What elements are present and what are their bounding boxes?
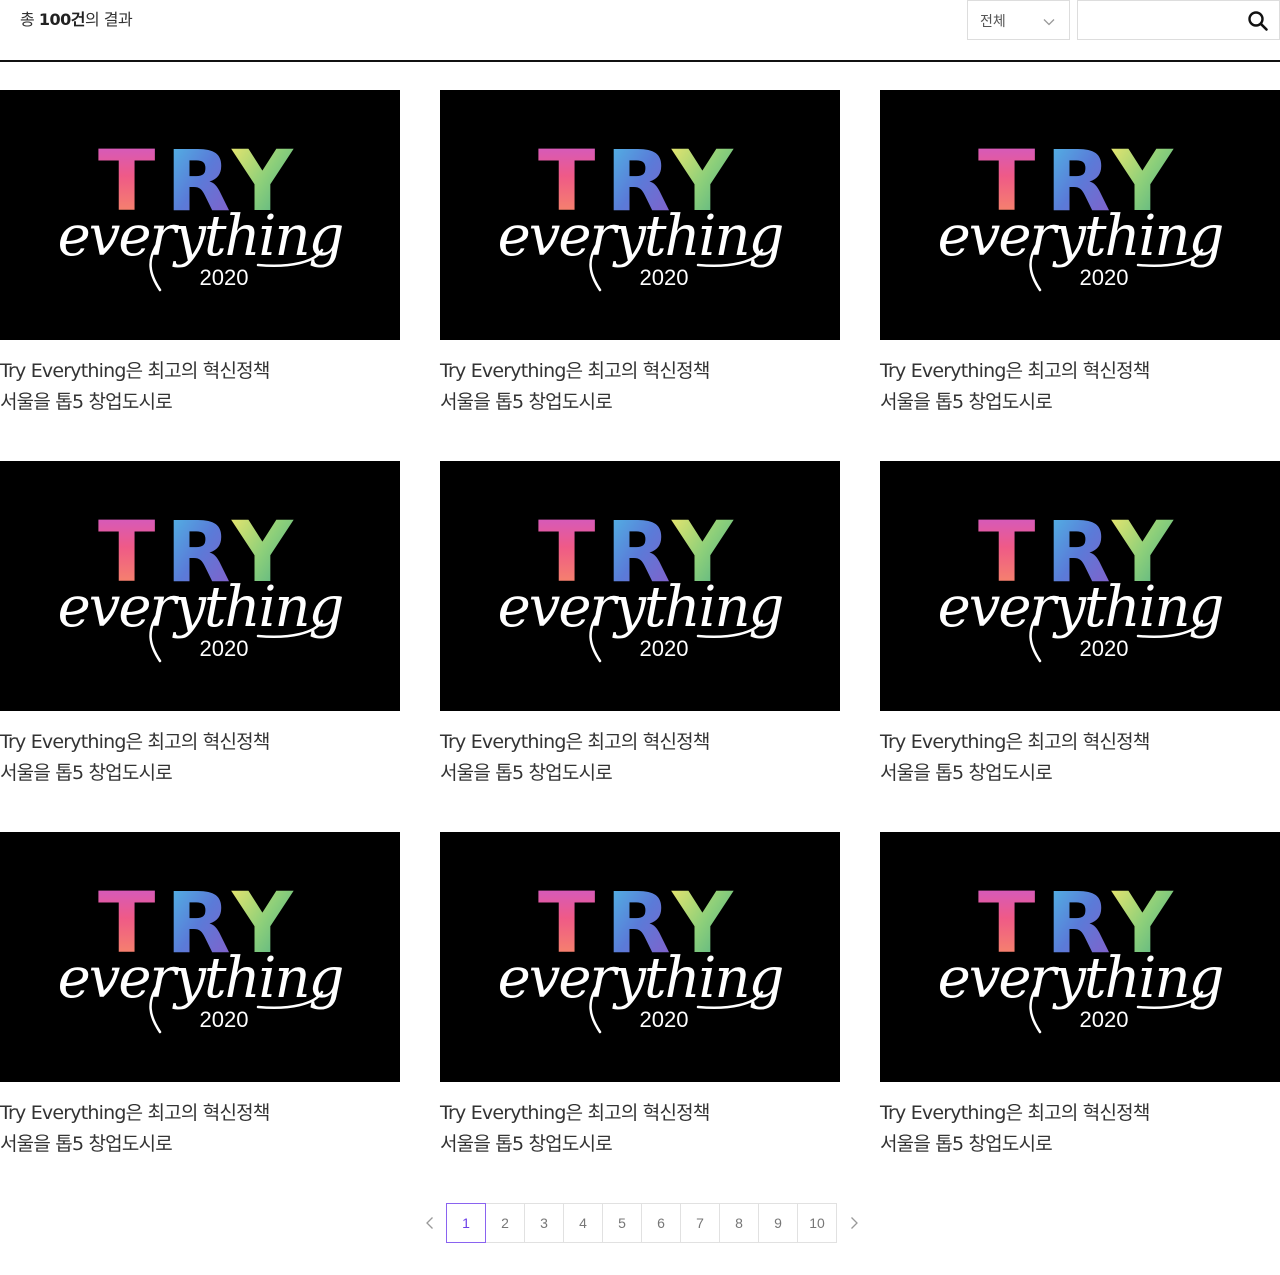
logo-script-word: everything bbox=[498, 575, 783, 640]
chevron-left-icon[interactable] bbox=[413, 1203, 447, 1243]
thumbnail-graphic: T R Y everything 2020 bbox=[498, 132, 785, 292]
card-thumbnail[interactable]: T R Y everything 2020 bbox=[0, 461, 400, 711]
card-thumbnail[interactable]: T R Y everything 2020 bbox=[880, 90, 1280, 340]
result-count-number: 100건 bbox=[38, 10, 86, 29]
card-title-line2: 서울을 톱5 창업도시로 bbox=[880, 1133, 1053, 1155]
card-title-line2: 서울을 톱5 창업도시로 bbox=[440, 1133, 613, 1155]
card-thumbnail[interactable]: T R Y everything 2020 bbox=[0, 90, 400, 340]
thumbnail-graphic: T R Y everything 2020 bbox=[938, 874, 1225, 1034]
logo-year: 2020 bbox=[640, 636, 689, 661]
card-title[interactable]: Try Everything은 최고의 혁신정책 서울을 톱5 창업도시로 bbox=[440, 727, 840, 789]
logo-script-word: everything bbox=[498, 204, 783, 269]
news-card[interactable]: T R Y everything 2020 Try Everything은 최고… bbox=[0, 832, 400, 1203]
chevron-right-icon[interactable] bbox=[837, 1203, 871, 1243]
logo-year: 2020 bbox=[200, 1007, 249, 1032]
card-grid: T R Y everything 2020 Try Everything은 최고… bbox=[0, 90, 1280, 1203]
card-title-line1: Try Everything은 최고의 혁신정책 bbox=[880, 1102, 1150, 1124]
card-thumbnail[interactable]: T R Y everything 2020 bbox=[440, 461, 840, 711]
logo-year: 2020 bbox=[1080, 265, 1129, 290]
logo-script-word: everything bbox=[58, 575, 343, 640]
card-title[interactable]: Try Everything은 최고의 혁신정책 서울을 톱5 창업도시로 bbox=[0, 356, 400, 418]
card-title-line1: Try Everything은 최고의 혁신정책 bbox=[440, 1102, 710, 1124]
logo-script-word: everything bbox=[938, 946, 1223, 1011]
card-thumbnail[interactable]: T R Y everything 2020 bbox=[440, 90, 840, 340]
news-card[interactable]: T R Y everything 2020 Try Everything은 최고… bbox=[880, 461, 1280, 832]
card-thumbnail[interactable]: T R Y everything 2020 bbox=[880, 461, 1280, 711]
news-card[interactable]: T R Y everything 2020 Try Everything은 최고… bbox=[440, 90, 840, 461]
card-thumbnail[interactable]: T R Y everything 2020 bbox=[440, 832, 840, 1082]
news-card[interactable]: T R Y everything 2020 Try Everything은 최고… bbox=[880, 832, 1280, 1203]
thumbnail-graphic: T R Y everything 2020 bbox=[498, 503, 785, 663]
thumbnail-graphic: T R Y everything 2020 bbox=[58, 503, 345, 663]
news-card[interactable]: T R Y everything 2020 Try Everything은 최고… bbox=[440, 832, 840, 1203]
page-2[interactable]: 2 bbox=[485, 1203, 525, 1243]
card-thumbnail[interactable]: T R Y everything 2020 bbox=[880, 832, 1280, 1082]
thumbnail-graphic: T R Y everything 2020 bbox=[938, 503, 1225, 663]
result-suffix: 의 결과 bbox=[84, 10, 133, 29]
card-title-line1: Try Everything은 최고의 혁신정책 bbox=[880, 360, 1150, 382]
news-card[interactable]: T R Y everything 2020 Try Everything은 최고… bbox=[440, 461, 840, 832]
logo-year: 2020 bbox=[1080, 636, 1129, 661]
card-title[interactable]: Try Everything은 최고의 혁신정책 서울을 톱5 창업도시로 bbox=[880, 727, 1280, 789]
page-6[interactable]: 6 bbox=[641, 1203, 681, 1243]
card-title-line1: Try Everything은 최고의 혁신정책 bbox=[880, 731, 1150, 753]
page-5[interactable]: 5 bbox=[602, 1203, 642, 1243]
card-title[interactable]: Try Everything은 최고의 혁신정책 서울을 톱5 창업도시로 bbox=[440, 356, 840, 418]
card-title-line1: Try Everything은 최고의 혁신정책 bbox=[0, 731, 270, 753]
card-title-line2: 서울을 톱5 창업도시로 bbox=[880, 762, 1053, 784]
thumbnail-graphic: T R Y everything 2020 bbox=[58, 132, 345, 292]
card-title-line2: 서울을 톱5 창업도시로 bbox=[0, 762, 173, 784]
logo-year: 2020 bbox=[200, 636, 249, 661]
card-title-line2: 서울을 톱5 창업도시로 bbox=[0, 391, 173, 413]
card-title-line1: Try Everything은 최고의 혁신정책 bbox=[440, 731, 710, 753]
search-box bbox=[1077, 0, 1280, 40]
filter-selected-value: 전체 bbox=[980, 14, 1006, 30]
logo-script-word: everything bbox=[938, 575, 1223, 640]
page-3[interactable]: 3 bbox=[524, 1203, 564, 1243]
news-card[interactable]: T R Y everything 2020 Try Everything은 최고… bbox=[880, 90, 1280, 461]
result-prefix: 총 bbox=[20, 10, 39, 29]
result-count: 총 100건의 결과 bbox=[20, 9, 133, 31]
card-title-line1: Try Everything은 최고의 혁신정책 bbox=[0, 1102, 270, 1124]
card-title-line2: 서울을 톱5 창업도시로 bbox=[0, 1133, 173, 1155]
search-icon[interactable] bbox=[1247, 10, 1269, 32]
page-9[interactable]: 9 bbox=[758, 1203, 798, 1243]
logo-script-word: everything bbox=[498, 946, 783, 1011]
page-1[interactable]: 1 bbox=[446, 1203, 486, 1243]
card-title-line2: 서울을 톱5 창업도시로 bbox=[440, 762, 613, 784]
thumbnail-graphic: T R Y everything 2020 bbox=[938, 132, 1225, 292]
page-8[interactable]: 8 bbox=[719, 1203, 759, 1243]
card-title[interactable]: Try Everything은 최고의 혁신정책 서울을 톱5 창업도시로 bbox=[0, 1098, 400, 1160]
page-10[interactable]: 10 bbox=[797, 1203, 837, 1243]
logo-year: 2020 bbox=[200, 265, 249, 290]
card-title-line1: Try Everything은 최고의 혁신정책 bbox=[440, 360, 710, 382]
pagination: 1 2 3 4 5 6 7 8 9 10 bbox=[413, 1203, 871, 1243]
logo-year: 2020 bbox=[640, 265, 689, 290]
search-input[interactable] bbox=[1086, 7, 1240, 35]
news-card[interactable]: T R Y everything 2020 Try Everything은 최고… bbox=[0, 90, 400, 461]
logo-year: 2020 bbox=[1080, 1007, 1129, 1032]
card-title[interactable]: Try Everything은 최고의 혁신정책 서울을 톱5 창업도시로 bbox=[440, 1098, 840, 1160]
thumbnail-graphic: T R Y everything 2020 bbox=[58, 874, 345, 1034]
news-card[interactable]: T R Y everything 2020 Try Everything은 최고… bbox=[0, 461, 400, 832]
card-title-line2: 서울을 톱5 창업도시로 bbox=[440, 391, 613, 413]
card-title-line1: Try Everything은 최고의 혁신정책 bbox=[0, 360, 270, 382]
card-title[interactable]: Try Everything은 최고의 혁신정책 서울을 톱5 창업도시로 bbox=[880, 356, 1280, 418]
logo-script-word: everything bbox=[58, 946, 343, 1011]
chevron-down-icon bbox=[1043, 13, 1055, 32]
page-4[interactable]: 4 bbox=[563, 1203, 603, 1243]
result-header: 총 100건의 결과 전체 bbox=[0, 0, 1280, 62]
category-filter-select[interactable]: 전체 bbox=[967, 0, 1070, 40]
thumbnail-graphic: T R Y everything 2020 bbox=[498, 874, 785, 1034]
card-title-line2: 서울을 톱5 창업도시로 bbox=[880, 391, 1053, 413]
logo-script-word: everything bbox=[58, 204, 343, 269]
card-thumbnail[interactable]: T R Y everything 2020 bbox=[0, 832, 400, 1082]
logo-script-word: everything bbox=[938, 204, 1223, 269]
page-7[interactable]: 7 bbox=[680, 1203, 720, 1243]
logo-year: 2020 bbox=[640, 1007, 689, 1032]
card-title[interactable]: Try Everything은 최고의 혁신정책 서울을 톱5 창업도시로 bbox=[0, 727, 400, 789]
card-title[interactable]: Try Everything은 최고의 혁신정책 서울을 톱5 창업도시로 bbox=[880, 1098, 1280, 1160]
page-list: 1 2 3 4 5 6 7 8 9 10 bbox=[446, 1203, 837, 1243]
